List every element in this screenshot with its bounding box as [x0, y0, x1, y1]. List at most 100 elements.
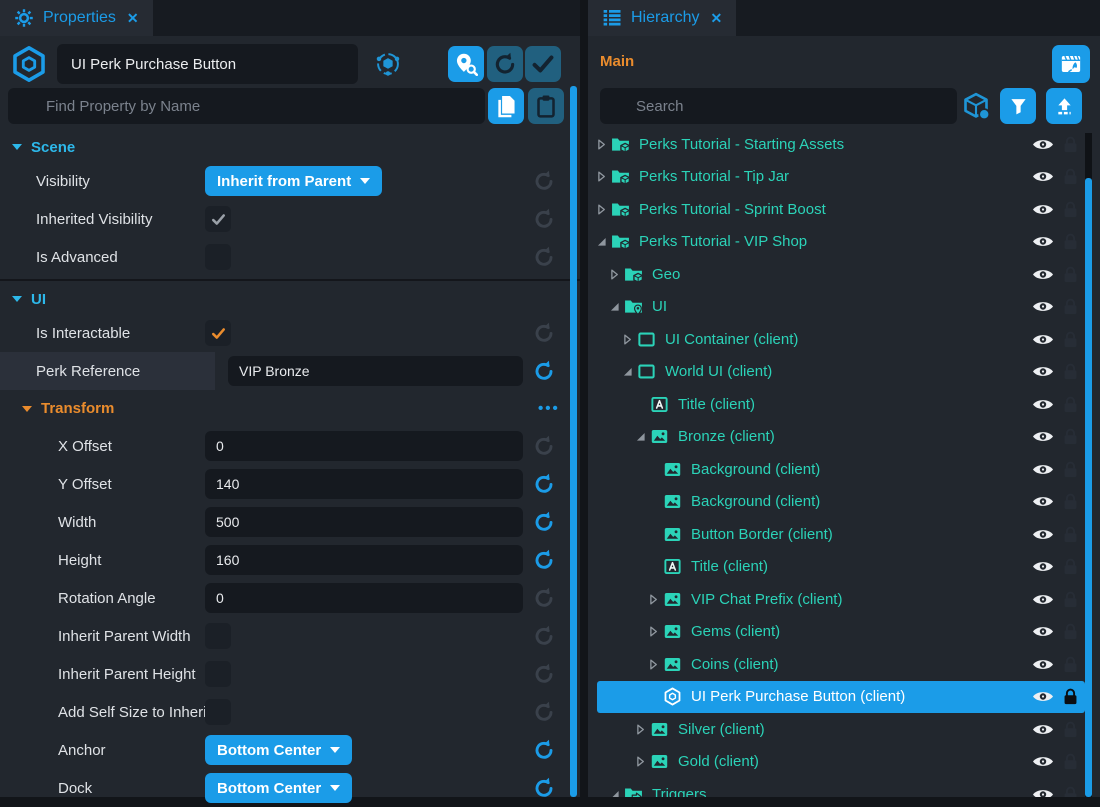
lock-icon[interactable] [1063, 396, 1078, 413]
tree-row-triggers[interactable]: Triggers [588, 778, 1085, 797]
reset-icon[interactable] [533, 549, 555, 571]
eye-visibility-icon[interactable] [1032, 429, 1054, 444]
reset-icon[interactable] [533, 777, 555, 799]
lock-icon[interactable] [1063, 331, 1078, 348]
expand-arrow-icon[interactable] [607, 299, 622, 314]
lock-icon[interactable] [1063, 623, 1078, 640]
expand-arrow-icon[interactable] [646, 624, 661, 639]
tree-row-vip-chat-prefix-client[interactable]: VIP Chat Prefix (client) [588, 583, 1085, 616]
tree-row-ui-container-client[interactable]: UI Container (client) [588, 323, 1085, 356]
confirm-button[interactable] [525, 46, 561, 82]
lock-icon[interactable] [1063, 526, 1078, 543]
lock-icon[interactable] [1063, 591, 1078, 608]
eye-visibility-icon[interactable] [1032, 657, 1054, 672]
reset-icon[interactable] [533, 511, 555, 533]
tree-row-ui[interactable]: UI [588, 291, 1085, 324]
lock-icon[interactable] [1063, 298, 1078, 315]
expand-arrow-icon[interactable] [633, 722, 648, 737]
tree-row-world-ui-client[interactable]: World UI (client) [588, 356, 1085, 389]
collapse-triangle-icon[interactable] [12, 296, 22, 302]
tree-row-ui-perk-purchase-button-client[interactable]: UI Perk Purchase Button (client) [597, 681, 1085, 714]
eye-visibility-icon[interactable] [1032, 202, 1054, 217]
lock-icon[interactable] [1063, 493, 1078, 510]
tab-properties-close-icon[interactable]: ✕ [127, 10, 139, 27]
lock-icon[interactable] [1063, 136, 1078, 153]
expand-arrow-icon[interactable] [594, 202, 609, 217]
inherit-parent-width-checkbox[interactable] [205, 623, 231, 649]
inherited-visibility-checkbox[interactable] [205, 206, 231, 232]
tree-row-title-client[interactable]: Title (client) [588, 388, 1085, 421]
eye-visibility-icon[interactable] [1032, 787, 1054, 797]
expand-arrow-icon[interactable] [620, 332, 635, 347]
eye-visibility-icon[interactable] [1032, 559, 1054, 574]
tree-row-background-client[interactable]: Background (client) [588, 486, 1085, 519]
tab-properties[interactable]: Properties ✕ [0, 0, 153, 36]
visibility-dropdown[interactable]: Inherit from Parent [205, 166, 382, 196]
lock-icon[interactable] [1063, 201, 1078, 218]
add-self-size-to-inherit-checkbox[interactable] [205, 699, 231, 725]
hierarchy-search-input[interactable] [600, 88, 957, 124]
tab-hierarchy-close-icon[interactable]: ✕ [710, 10, 722, 27]
eye-visibility-icon[interactable] [1032, 527, 1054, 542]
expand-arrow-icon[interactable] [607, 787, 622, 797]
tree-row-perks-tutorial-vip-shop[interactable]: Perks Tutorial - VIP Shop [588, 226, 1085, 259]
transform-options-icon[interactable]: ••• [538, 400, 560, 417]
lock-icon[interactable] [1063, 558, 1078, 575]
eye-visibility-icon[interactable] [1032, 299, 1054, 314]
eye-visibility-icon[interactable] [1032, 754, 1054, 769]
tree-row-bronze-client[interactable]: Bronze (client) [588, 421, 1085, 454]
expand-arrow-icon[interactable] [633, 754, 648, 769]
tree-row-geo[interactable]: Geo [588, 258, 1085, 291]
expand-arrow-icon[interactable] [594, 169, 609, 184]
reset-icon[interactable] [533, 473, 555, 495]
expand-arrow-icon[interactable] [594, 234, 609, 249]
tree-row-button-border-client[interactable]: Button Border (client) [588, 518, 1085, 551]
collapse-triangle-icon[interactable] [22, 406, 32, 412]
entity-name-input[interactable] [57, 44, 358, 84]
property-search-input[interactable] [8, 88, 485, 124]
eye-visibility-icon[interactable] [1032, 364, 1054, 379]
tree-row-perks-tutorial-tip-jar[interactable]: Perks Tutorial - Tip Jar [588, 161, 1085, 194]
x-offset-input[interactable] [205, 431, 523, 461]
simulation-button[interactable] [1052, 45, 1090, 83]
tree-row-silver-client[interactable]: Silver (client) [588, 713, 1085, 746]
rotation-angle-input[interactable] [205, 583, 523, 613]
locate-pin-search-button[interactable] [448, 46, 484, 82]
expand-arrow-icon[interactable] [607, 267, 622, 282]
width-input[interactable] [205, 507, 523, 537]
lock-icon[interactable] [1063, 721, 1078, 738]
publish-upload-button[interactable] [1046, 88, 1082, 124]
lock-icon[interactable] [1063, 168, 1078, 185]
collapse-triangle-icon[interactable] [12, 144, 22, 150]
copy-properties-button[interactable] [488, 88, 524, 124]
revert-button[interactable] [487, 46, 523, 82]
eye-visibility-icon[interactable] [1032, 137, 1054, 152]
asset-network-icon[interactable] [370, 46, 406, 82]
eye-visibility-icon[interactable] [1032, 332, 1054, 347]
lock-icon[interactable] [1063, 363, 1078, 380]
tree-row-perks-tutorial-starting-assets[interactable]: Perks Tutorial - Starting Assets [588, 128, 1085, 161]
filter-button[interactable] [1000, 88, 1036, 124]
expand-arrow-icon[interactable] [633, 429, 648, 444]
expand-arrow-icon[interactable] [646, 657, 661, 672]
eye-visibility-icon[interactable] [1032, 462, 1054, 477]
reset-icon[interactable] [533, 739, 555, 761]
perk-reference-input[interactable] [228, 356, 523, 386]
tree-row-background-client[interactable]: Background (client) [588, 453, 1085, 486]
lock-icon[interactable] [1063, 786, 1078, 797]
eye-visibility-icon[interactable] [1032, 169, 1054, 184]
expand-arrow-icon[interactable] [594, 137, 609, 152]
tree-row-coins-client[interactable]: Coins (client) [588, 648, 1085, 681]
y-offset-input[interactable] [205, 469, 523, 499]
eye-visibility-icon[interactable] [1032, 689, 1054, 704]
eye-visibility-icon[interactable] [1032, 494, 1054, 509]
tree-row-perks-tutorial-sprint-boost[interactable]: Perks Tutorial - Sprint Boost [588, 193, 1085, 226]
expand-arrow-icon[interactable] [620, 364, 635, 379]
anchor-dropdown[interactable]: Bottom Center [205, 735, 352, 765]
lock-icon[interactable] [1063, 688, 1078, 705]
properties-scrollbar-thumb[interactable] [570, 86, 577, 797]
dock-dropdown[interactable]: Bottom Center [205, 773, 352, 803]
height-input[interactable] [205, 545, 523, 575]
expand-arrow-icon[interactable] [646, 592, 661, 607]
eye-visibility-icon[interactable] [1032, 234, 1054, 249]
